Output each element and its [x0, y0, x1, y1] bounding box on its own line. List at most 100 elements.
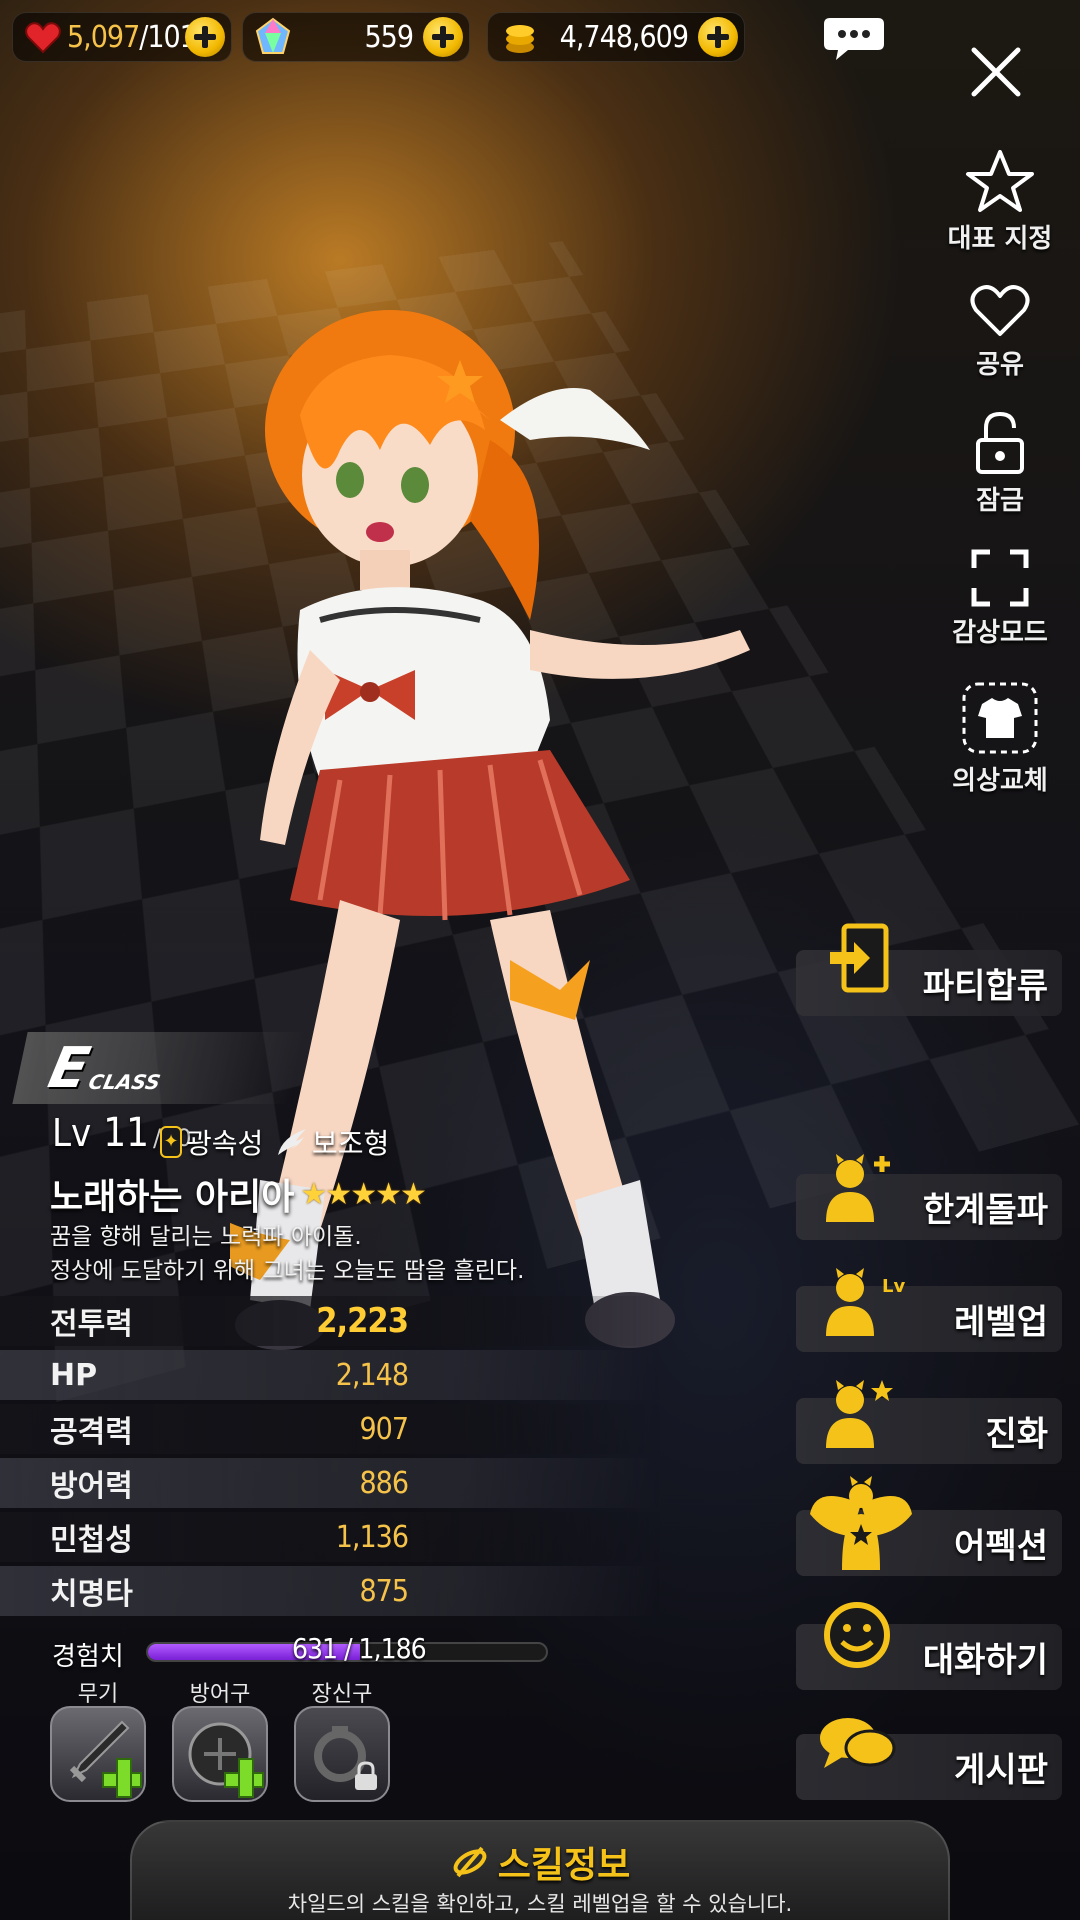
share-button[interactable]: 공유: [925, 280, 1075, 381]
level-up-badge: Lv: [882, 1276, 906, 1297]
character-name-row: 노래하는 아리아 ★★★★★: [50, 1168, 427, 1220]
rarity-stars: ★★★★★: [300, 1176, 427, 1212]
add-armor-icon: [224, 1758, 264, 1798]
skill-info-button[interactable]: 스킬정보 차일드의 스킬을 확인하고, 스킬 레벨업을 할 수 있습니다.: [130, 1820, 950, 1920]
board-button[interactable]: 게시판: [796, 1718, 1062, 1800]
add-gold-button[interactable]: [698, 17, 738, 57]
stat-value: 907: [359, 1411, 409, 1447]
hearts-counter: 5,097 /101: [12, 12, 232, 62]
description-line-2: 정상에 도달하기 위해 그녀는 오늘도 땀을 흘린다.: [50, 1258, 525, 1284]
gems-counter: 559: [242, 12, 470, 62]
stat-name: 공격력: [50, 1415, 133, 1450]
board-label: 게시판: [954, 1750, 1048, 1791]
wing-icon: [278, 1129, 306, 1155]
join-party-label: 파티합류: [922, 966, 1048, 1007]
character-description: 꿈을 향해 달리는 노력파 아이돌. 정상에 도달하기 위해 그녀는 오늘도 땀…: [50, 1220, 524, 1288]
armor-slot-label: 방어구: [189, 1682, 251, 1707]
light-element-icon: ✦: [160, 1126, 182, 1158]
character-name: 노래하는 아리아: [50, 1177, 295, 1218]
star-icon: ★: [375, 1176, 402, 1212]
lock-label: 잠금: [976, 486, 1024, 516]
viewing-mode-label: 감상모드: [952, 618, 1048, 648]
add-hearts-button[interactable]: [185, 17, 225, 57]
stat-value: 1,136: [335, 1519, 409, 1555]
gold-counter: 4,748,609: [487, 12, 745, 62]
skill-title: 스킬정보: [497, 1845, 631, 1886]
change-outfit-button[interactable]: 의상교체: [925, 680, 1075, 797]
element-tag: ✦ 광속성: [160, 1122, 263, 1162]
stat-value: 2,148: [335, 1357, 409, 1393]
exp-label: 경험치: [52, 1642, 124, 1672]
weapon-slot-label: 무기: [77, 1682, 119, 1707]
stat-name: 전투력: [50, 1307, 133, 1342]
hearts-value: 5,097: [67, 19, 140, 55]
chat-icon[interactable]: [822, 14, 886, 64]
coin-stack-icon: [506, 25, 534, 53]
level-up-button[interactable]: Lv 레벨업: [796, 1268, 1062, 1352]
evolve-button[interactable]: 진화: [796, 1380, 1062, 1464]
weapon-slot[interactable]: [50, 1706, 146, 1802]
add-gems-button[interactable]: [423, 17, 463, 57]
accessory-slot[interactable]: [294, 1706, 390, 1802]
set-representative-label: 대표 지정: [947, 224, 1053, 254]
stat-row-hp: HP 2,148: [0, 1350, 660, 1400]
fullscreen-icon: [971, 549, 1029, 607]
role-tag: 보조형: [276, 1122, 389, 1162]
skill-title-row: 스킬정보: [132, 1836, 948, 1888]
stat-name: HP: [50, 1357, 98, 1393]
stat-name: 방어력: [50, 1469, 133, 1504]
skill-icon: [453, 1846, 487, 1878]
role-label: 보조형: [312, 1127, 390, 1160]
character-star-icon: [826, 1380, 893, 1448]
heart-icon: [25, 22, 61, 54]
class-word: CLASS: [86, 1070, 163, 1094]
limit-break-label: 한계돌파: [922, 1190, 1048, 1231]
stat-value: 875: [359, 1573, 409, 1609]
smile-icon: [824, 1602, 890, 1668]
armor-slot[interactable]: [172, 1706, 268, 1802]
star-icon: ★: [350, 1176, 377, 1212]
star-icon: ★: [325, 1176, 352, 1212]
stat-row-critical: 치명타 875: [0, 1566, 660, 1616]
winged-character-icon: [810, 1476, 912, 1570]
add-weapon-icon: [102, 1758, 142, 1798]
change-outfit-label: 의상교체: [952, 766, 1048, 796]
enter-icon: [830, 923, 889, 993]
heart-outline-icon: [970, 285, 1030, 336]
level-up-label: 레벨업: [954, 1302, 1048, 1343]
affection-button[interactable]: 어펙션: [796, 1476, 1062, 1576]
join-party-button[interactable]: 파티합류: [796, 923, 1062, 1016]
stat-row-agility: 민첩성 1,136: [0, 1512, 660, 1562]
lock-icon: [355, 1761, 377, 1790]
star-outline-icon: [966, 150, 1034, 212]
talk-button[interactable]: 대화하기: [796, 1602, 1062, 1690]
outfit-icon: [962, 682, 1038, 754]
stat-row-defense: 방어력 886: [0, 1458, 660, 1508]
skill-description: 차일드의 스킬을 확인하고, 스킬 레벨업을 할 수 있습니다.: [287, 1892, 793, 1916]
accessory-slot-label: 장신구: [311, 1682, 373, 1707]
level-prefix: Lv: [52, 1111, 92, 1155]
stat-name: 치명타: [50, 1577, 133, 1612]
gems-value: 559: [364, 19, 414, 55]
evolve-label: 진화: [985, 1414, 1048, 1455]
stat-row-attack: 공격력 907: [0, 1404, 660, 1454]
limit-break-button[interactable]: 한계돌파: [796, 1154, 1062, 1240]
stat-row-combat-power: 전투력 2,223: [0, 1296, 660, 1346]
description-line-1: 꿈을 향해 달리는 노력파 아이돌.: [50, 1224, 362, 1250]
stat-value: 2,223: [316, 1301, 409, 1341]
lock-button[interactable]: 잠금: [925, 410, 1075, 517]
class-badge: E CLASS: [12, 1032, 308, 1104]
viewing-mode-button[interactable]: 감상모드: [925, 548, 1075, 649]
star-icon: ★: [400, 1176, 427, 1212]
gold-value: 4,748,609: [559, 19, 689, 55]
unlock-icon: [976, 411, 1024, 474]
star-icon: ★: [300, 1176, 327, 1212]
gem-icon: [255, 17, 291, 54]
exp-text: 631 / 1,186: [292, 1632, 427, 1665]
set-representative-button[interactable]: 대표 지정: [925, 148, 1075, 255]
talk-label: 대화하기: [922, 1640, 1048, 1681]
stat-value: 886: [359, 1465, 409, 1501]
share-label: 공유: [976, 350, 1024, 380]
affection-label: 어펙션: [954, 1526, 1048, 1567]
close-icon[interactable]: [968, 44, 1024, 100]
